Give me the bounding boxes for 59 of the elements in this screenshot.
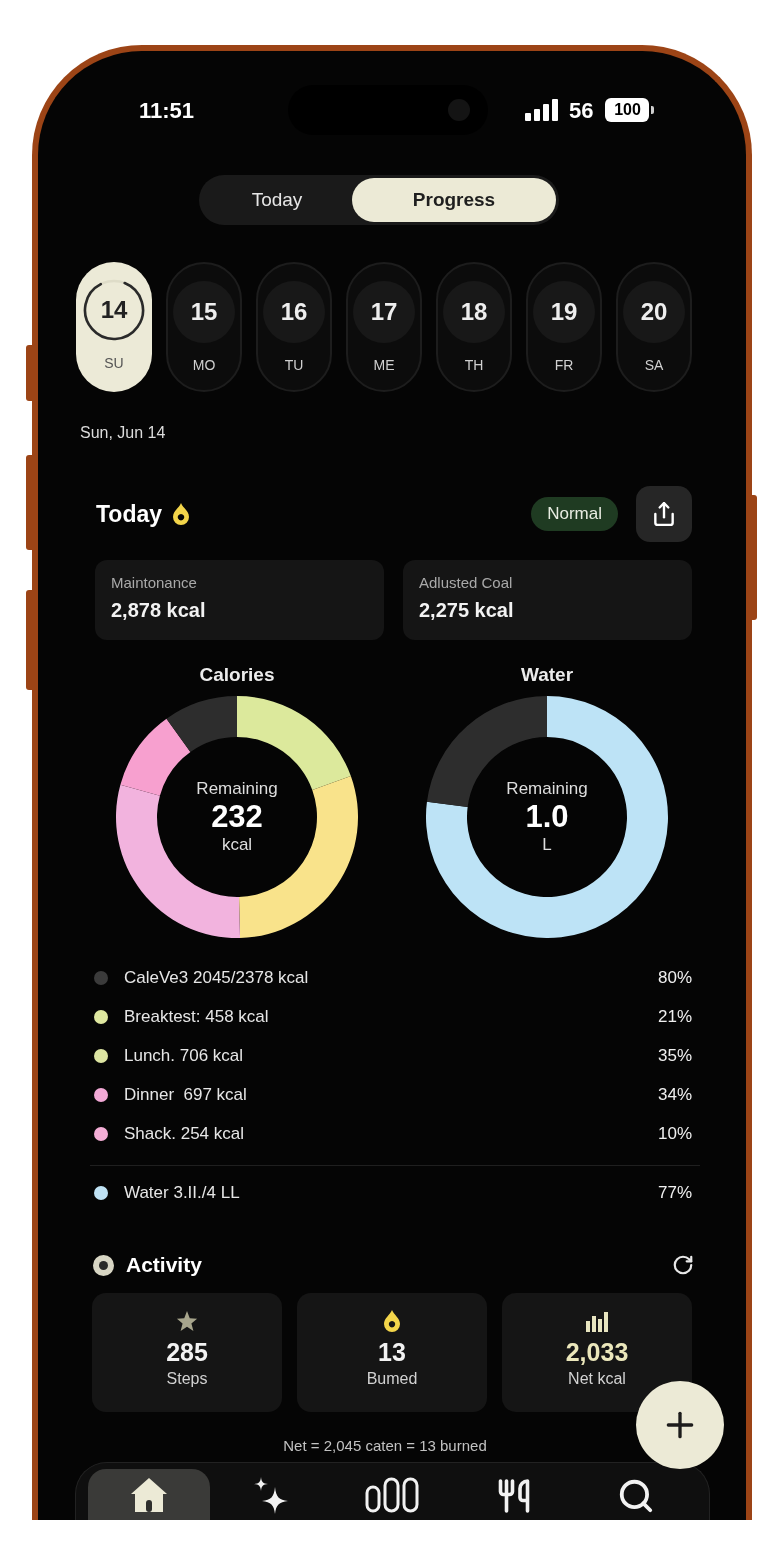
day-button[interactable]: 15 MO [166, 262, 242, 392]
stat-value: 2,033 [565, 1337, 629, 1367]
legend-label: Lunch. 706 kcal [124, 1044, 244, 1067]
status-badge: Normal [531, 497, 618, 531]
battery-indicator: 100 [605, 98, 655, 122]
status-time: 11:51 [139, 96, 196, 125]
legend-label: Dinner 697 kcal [124, 1083, 247, 1106]
stat-value: 285 [166, 1337, 208, 1367]
legend-label: Water 3.II./4 LL [124, 1181, 240, 1204]
bar-chart-icon [586, 1310, 608, 1332]
share-button[interactable] [636, 486, 692, 542]
remaining-unit: L [542, 834, 552, 856]
flame-icon [172, 503, 191, 525]
tab[interactable]: Today [202, 178, 352, 222]
ovals-icon [365, 1477, 420, 1513]
legend-label: Breaktest: 458 kcal [124, 1005, 269, 1028]
day-button[interactable]: 19 FR [526, 262, 602, 392]
day-button[interactable]: 17 ME [346, 262, 422, 392]
legend-percent: 34% [657, 1083, 692, 1106]
remaining-value: 232 [211, 800, 263, 834]
card-value: 2,275 kcal [419, 598, 515, 623]
legend-percent: 35% [657, 1044, 692, 1067]
legend-label: CaleVe3 2045/2378 kcal [124, 966, 309, 989]
tab[interactable]: Progress [352, 178, 556, 222]
section-title: Activity [126, 1252, 202, 1279]
card-label: Adlusted Coal [419, 573, 514, 593]
stat-label: Net kcal [568, 1369, 626, 1389]
nav-button[interactable] [88, 1469, 210, 1520]
section-title: Today [96, 499, 163, 529]
stat-label: Steps [166, 1369, 208, 1389]
legend-percent: 21% [657, 1005, 692, 1028]
signal-text: 56 [569, 96, 594, 125]
legend-label: Shack. 254 kcal [124, 1122, 244, 1145]
star-icon [176, 1310, 198, 1332]
day-button[interactable]: 16 TU [256, 262, 332, 392]
stat-value: 13 [378, 1337, 406, 1367]
legend-percent: 10% [657, 1122, 692, 1145]
remaining-label: Remaining [196, 778, 278, 800]
legend-percent: 77% [657, 1181, 692, 1204]
remaining-label: Remaining [506, 778, 588, 800]
home-icon [129, 1477, 168, 1513]
day-button[interactable]: 14 SU [76, 262, 152, 392]
remaining-value: 1.0 [525, 800, 569, 834]
card-value: 2,878 kcal [111, 598, 207, 623]
selected-date: Sun, Jun 14 [80, 423, 166, 443]
signal-icon [525, 99, 558, 121]
day-button[interactable]: 20 SA [616, 262, 692, 392]
day-button[interactable]: 18 TH [436, 262, 512, 392]
legend-percent: 80% [657, 966, 692, 989]
chart-title: Water [520, 663, 574, 687]
remaining-unit: kcal [221, 834, 253, 856]
flame-icon [383, 1310, 401, 1332]
net-formula: Net = 2,045 caten = 13 burned [283, 1437, 487, 1455]
card-label: Maintonance [111, 573, 198, 593]
chart-title: Calories [199, 663, 275, 687]
stat-label: Bumed [366, 1369, 418, 1389]
refresh-icon[interactable] [672, 1254, 694, 1276]
share-icon [651, 501, 677, 527]
target-icon [93, 1254, 114, 1276]
